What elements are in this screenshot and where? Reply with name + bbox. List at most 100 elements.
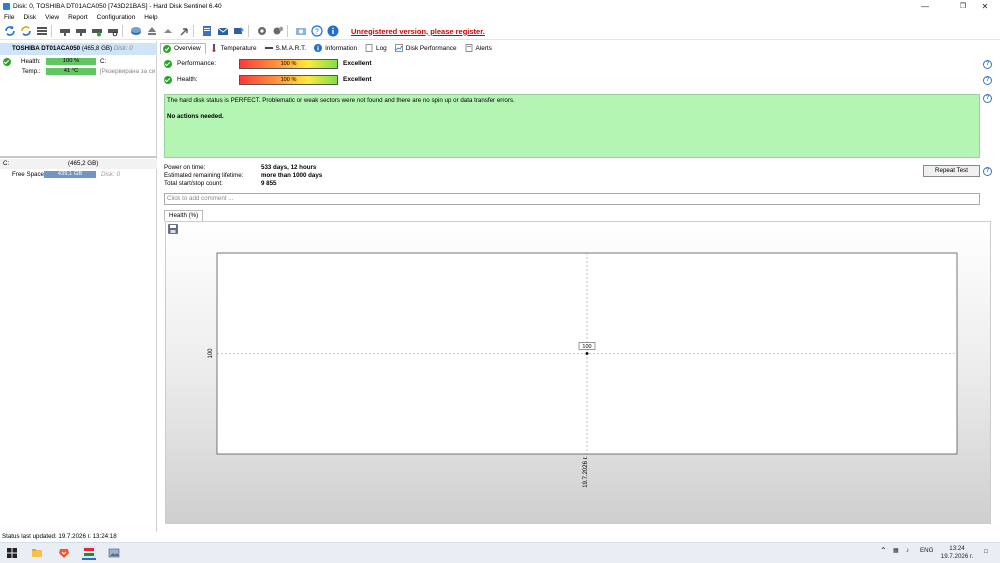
free-space-row: Free Space 439,1 GB Disk: 0: [0, 170, 157, 180]
eject-button[interactable]: [145, 25, 158, 38]
health-bar: 100 %: [46, 58, 96, 65]
help-button[interactable]: ?: [310, 25, 323, 38]
temp-note: [Резервирана за си: [100, 68, 156, 75]
volume-icon[interactable]: ♪: [906, 547, 909, 554]
disk-test-button[interactable]: [58, 25, 71, 38]
status-help-icon[interactable]: ?: [983, 94, 992, 103]
menu-configuration[interactable]: Configuration: [97, 14, 136, 21]
free-space-disk: Disk: 0: [101, 171, 120, 178]
image-viewer-button[interactable]: [107, 546, 121, 560]
minimize-button[interactable]: —: [910, 0, 940, 12]
menu-disk[interactable]: Disk: [23, 14, 36, 21]
log-icon: [365, 44, 373, 52]
disk-test-2-button[interactable]: [74, 25, 87, 38]
disk-icon: [59, 29, 70, 36]
tab-disk-performance[interactable]: Disk Performance: [393, 43, 461, 54]
refresh-icon: [4, 26, 15, 36]
comment-field[interactable]: Click to add comment ...: [164, 193, 980, 205]
menu-file[interactable]: File: [4, 14, 14, 21]
window-title: Disk: 0, TOSHIBA DT01ACA050 [743D21BAS] …: [13, 2, 222, 10]
brave-browser-button[interactable]: [57, 546, 71, 560]
disk-search-icon: [107, 29, 118, 37]
power-on-value: 533 days, 12 hours: [261, 164, 317, 171]
clock-date[interactable]: 19.7.2026 г.: [940, 553, 974, 560]
file-explorer-button[interactable]: [30, 546, 44, 560]
performance-help-icon[interactable]: ?: [983, 60, 992, 69]
advanced-settings-button[interactable]: [271, 25, 284, 38]
disk-green-icon: [91, 29, 102, 37]
menu-bar: File Disk View Report Configuration Help: [0, 12, 1000, 23]
health-value: 100 %: [62, 58, 80, 64]
close-button[interactable]: ✕: [970, 0, 1000, 12]
overview-panel: Performance: 100 % Excellent Health: 100…: [160, 54, 995, 532]
volume-letter: C:: [3, 160, 10, 167]
performance-bar: 100 %: [239, 59, 338, 69]
health-drive: C:: [100, 58, 107, 65]
disk-list-item[interactable]: TOSHIBA DT01ACA050 (465,8 GB) Disk: 0: [0, 43, 157, 55]
export-button[interactable]: [161, 25, 174, 38]
download-icon: [180, 28, 188, 36]
tab-temperature[interactable]: Temperature: [208, 43, 261, 54]
volume-header[interactable]: C: (465,2 GB): [0, 159, 157, 169]
report-button[interactable]: [200, 25, 213, 38]
health-chart: 100 19.7.2026 г. 100: [208, 252, 958, 488]
free-space-bar: 439,1 GB: [44, 171, 96, 178]
disk-green-button[interactable]: [90, 25, 103, 38]
tab-temperature-label: Temperature: [220, 44, 257, 52]
tab-log[interactable]: Log: [363, 43, 391, 54]
tab-health-chart[interactable]: Health (%): [164, 210, 204, 221]
performance-value: 100 %: [280, 61, 297, 67]
download-button[interactable]: [177, 25, 190, 38]
toolbar-separator: [122, 25, 123, 37]
send-button[interactable]: [232, 25, 245, 38]
performance-status: Excellent: [343, 60, 372, 67]
power-on-label: Power on time:: [164, 164, 206, 171]
repeat-test-button[interactable]: Repeat Test: [923, 165, 980, 177]
performance-label: Performance:: [177, 60, 217, 67]
network-icon[interactable]: ▦: [893, 547, 899, 554]
tab-alerts-label: Alerts: [475, 44, 492, 52]
panel-splitter[interactable]: [0, 156, 157, 158]
refresh-all-button[interactable]: [19, 25, 32, 38]
settings-button[interactable]: [255, 25, 268, 38]
toolbar-separator: [193, 25, 194, 37]
send-icon: [233, 27, 244, 34]
maximize-icon: ❐: [959, 3, 967, 10]
free-space-value: 439,1 GB: [57, 171, 83, 177]
disk-search-button[interactable]: [106, 25, 119, 38]
list-button[interactable]: [35, 25, 48, 38]
report-icon: [202, 26, 211, 36]
power-on-row: Power on time: 533 days, 12 hours: [164, 164, 316, 172]
health-label: Health:: [21, 58, 41, 65]
language-indicator[interactable]: ENG: [920, 547, 933, 554]
tab-log-label: Log: [376, 44, 387, 52]
screenshot-button[interactable]: [294, 25, 307, 38]
hard-disk-sentinel-taskbar-button[interactable]: [82, 546, 96, 560]
drive-button[interactable]: [129, 25, 142, 38]
about-button[interactable]: [326, 25, 339, 38]
tab-smart[interactable]: S.M.A.R.T.: [263, 43, 311, 54]
unregistered-link[interactable]: Unregistered version, please register.: [351, 27, 485, 36]
health-help-icon[interactable]: ?: [983, 76, 992, 85]
status-bar: Status last updated: 19.7.2026 г. 13:24:…: [0, 532, 1000, 542]
data-point: [585, 352, 589, 355]
tab-information-label: Information: [325, 44, 358, 52]
tab-bar: Overview Temperature S.M.A.R.T. Informat…: [160, 42, 995, 54]
menu-help[interactable]: Help: [144, 14, 157, 21]
windows-icon: [7, 548, 17, 558]
menu-report[interactable]: Report: [68, 14, 88, 21]
toolbar-separator: [287, 25, 288, 37]
tab-information[interactable]: Information: [312, 43, 361, 54]
menu-view[interactable]: View: [45, 14, 59, 21]
clock-time[interactable]: 13:24: [945, 545, 969, 552]
refresh-button[interactable]: [3, 25, 16, 38]
tab-alerts[interactable]: Alerts: [463, 43, 496, 54]
mail-button[interactable]: [216, 25, 229, 38]
performance-icon: [394, 44, 403, 52]
tray-chevron-icon[interactable]: ⌃: [880, 547, 887, 555]
export-icon: [163, 29, 172, 33]
start-button[interactable]: [5, 546, 19, 560]
tab-overview[interactable]: Overview: [160, 42, 206, 54]
notification-icon[interactable]: □: [984, 548, 988, 555]
repeat-help-icon[interactable]: ?: [983, 167, 992, 176]
